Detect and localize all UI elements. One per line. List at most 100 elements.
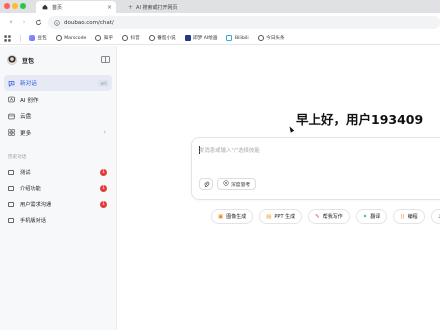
plus-icon: + [128, 3, 134, 11]
image-gen-icon: ▣ [218, 213, 224, 220]
new-chat-icon [8, 80, 15, 87]
globe-icon [257, 35, 264, 41]
sidebar-menu: 新对话 ⌘K AI 创作 云盘 更多 › [4, 75, 112, 141]
globe-icon [122, 35, 129, 41]
bookmark-label: 今日头条 [266, 36, 285, 41]
history-item-label: 介绍功能 [20, 185, 41, 192]
mouse-pointer [287, 125, 295, 133]
back-icon[interactable]: ‹ [6, 17, 16, 27]
more-grid-icon [8, 129, 15, 136]
greeting-title: 早上好，用户193409 [296, 112, 424, 127]
bookmark-label: 知乎 [103, 36, 114, 41]
chat-icon [8, 217, 14, 223]
bilibili-icon [226, 35, 233, 41]
tab-home[interactable]: 首页 × [36, 1, 116, 13]
history-heading: 历史对话 [8, 155, 27, 160]
history-item[interactable]: 手机版对话 [4, 212, 112, 228]
bookmark-douyin[interactable]: 抖音 [122, 35, 140, 41]
message-input[interactable] [199, 146, 439, 155]
deep-think-icon [223, 180, 229, 188]
unread-badge: 1 [100, 200, 107, 208]
attach-button[interactable] [199, 178, 213, 190]
writing-icon: ✎ [315, 213, 320, 220]
bookmark-label: 豆包 [37, 36, 47, 41]
unread-badge: 1 [100, 184, 107, 192]
ai-create-icon [8, 96, 15, 103]
globe-icon [95, 35, 102, 41]
history-item[interactable]: 测试 1 [4, 164, 112, 180]
bookmark-marscode[interactable]: Marscode [55, 35, 87, 41]
bookmark-toutiao[interactable]: 今日头条 [257, 35, 285, 41]
skill-ppt[interactable]: ▤ PPT 生成 [259, 209, 303, 224]
skill-label: 图像生成 [226, 214, 247, 220]
apps-grid-icon[interactable] [4, 34, 11, 42]
sidebar-toggle-icon[interactable] [101, 56, 110, 63]
translate-icon: ✦ [362, 213, 368, 220]
bookmark-doubao[interactable]: 豆包 [29, 35, 47, 41]
doubao-icon [29, 35, 35, 41]
shortcut-hint: ⌘K [98, 79, 109, 87]
reload-icon[interactable] [33, 17, 43, 27]
minimize-window-button[interactable] [12, 3, 18, 9]
address-bar[interactable]: doubao.com/chat/ [48, 16, 440, 29]
sidebar-item-label: AI 创作 [20, 97, 39, 104]
brand-name: 豆包 [22, 57, 35, 65]
tab-label: 首页 [52, 4, 63, 11]
history-item[interactable]: 用户需求沟通 1 [4, 196, 112, 212]
chevron-right-icon: › [103, 129, 106, 136]
bookmark-label: 番茄小说 [157, 36, 176, 41]
skill-label: PPT 生成 [274, 214, 296, 220]
bookmark-label: Bilibili [234, 35, 249, 41]
unread-badge: 1 [100, 168, 107, 176]
sidebar-item-ai-create[interactable]: AI 创作 [4, 92, 112, 108]
main-panel: 早上好，用户193409 深度思考 ▣图像生成 ▤PPT 生成 ✎帮我写作 ✦翻… [118, 46, 440, 330]
home-icon [42, 4, 48, 10]
close-window-button[interactable] [4, 3, 10, 9]
bookmark-divider [20, 34, 21, 42]
maximize-window-button[interactable] [20, 3, 26, 9]
bookmark-label: Marscode [64, 35, 87, 41]
tab-ai-search[interactable]: + AI 搜索或打开网页 [124, 1, 214, 13]
sidebar-item-label: 云盘 [20, 114, 32, 120]
bookmark-jimeng[interactable]: 即梦 AI绘画 [184, 35, 217, 41]
skill-label: 翻译 [370, 214, 381, 220]
browser-tab-strip: 首页 × + AI 搜索或打开网页 [0, 0, 440, 13]
skill-image-gen[interactable]: ▣ 图像生成 [211, 209, 254, 224]
tab-label: AI 搜索或打开网页 [136, 4, 178, 11]
sidebar-item-more[interactable]: 更多 › [4, 125, 112, 141]
globe-icon [148, 35, 155, 41]
bookmark-bilibili[interactable]: Bilibili [226, 35, 249, 41]
deep-think-button[interactable]: 深度思考 [217, 178, 257, 190]
chat-icon [8, 185, 14, 191]
code-icon: ⟨⟩ [400, 213, 405, 220]
skill-code[interactable]: ⟨⟩ 编程 [393, 209, 425, 224]
bookmark-zhihu[interactable]: 知乎 [95, 35, 113, 41]
sidebar-item-cloud-drive[interactable]: 云盘 [4, 108, 112, 124]
history-item[interactable]: 介绍功能 1 [4, 180, 112, 196]
skill-chips: ▣图像生成 ▤PPT 生成 ✎帮我写作 ✦翻译 ⟨⟩编程 ♫ [211, 209, 440, 224]
address-text: doubao.com/chat/ [64, 19, 114, 26]
sidebar-item-label: 更多 [20, 130, 32, 137]
jimeng-icon [184, 35, 191, 41]
forward-icon[interactable]: › [19, 17, 29, 27]
brand[interactable]: 豆包 [7, 55, 34, 65]
sidebar-item-new-chat[interactable]: 新对话 ⌘K [4, 75, 112, 91]
chat-icon [8, 169, 14, 175]
skill-label: 编程 [407, 214, 418, 220]
skill-writing[interactable]: ✎ 帮我写作 [308, 209, 350, 224]
deep-think-label: 深度思考 [231, 182, 251, 188]
address-row: ‹ › doubao.com/chat/ [0, 13, 440, 32]
site-info-icon[interactable] [54, 19, 60, 26]
bookmark-label: 抖音 [130, 36, 140, 41]
bookmark-fanqie[interactable]: 番茄小说 [148, 35, 176, 41]
history-item-label: 用户需求沟通 [20, 201, 52, 208]
skill-music[interactable]: ♫ [430, 209, 440, 224]
history-item-label: 测试 [20, 169, 31, 176]
chat-icon [8, 201, 14, 207]
history-list: 测试 1 介绍功能 1 用户需求沟通 1 手机版对话 [4, 164, 112, 228]
skill-translate[interactable]: ✦ 翻译 [355, 209, 388, 224]
sidebar: 豆包 新对话 ⌘K AI 创作 云盘 更多 › 历史对话 测试 1 介绍功能 1… [0, 46, 117, 330]
close-tab-icon[interactable]: × [107, 4, 112, 11]
history-item-label: 手机版对话 [20, 217, 46, 224]
skill-label: 帮我写作 [322, 214, 343, 220]
